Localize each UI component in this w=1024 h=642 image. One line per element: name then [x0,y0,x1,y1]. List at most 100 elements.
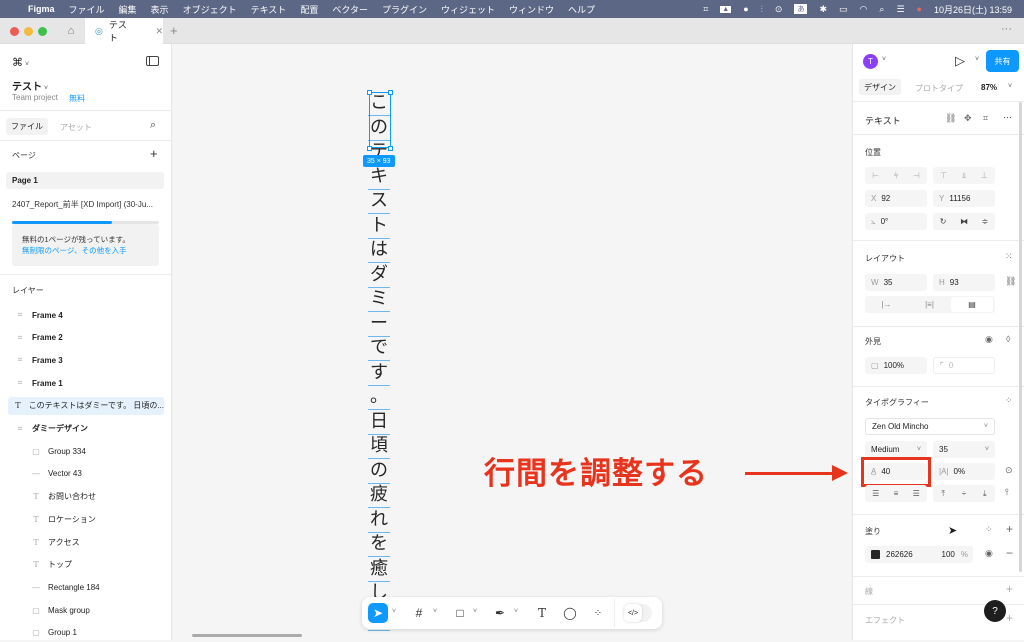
comment-tool[interactable]: ◯ [560,603,580,623]
text-align-center-icon[interactable]: ≡ [894,489,899,498]
wifi-icon[interactable]: ◠ [860,4,868,15]
text-align-left-icon[interactable]: ☰ [872,489,879,498]
tab-assets[interactable]: アセット [60,122,92,133]
constrain-proportions-icon[interactable]: ⛓ [1005,276,1016,287]
tab-test[interactable]: ◎ テスト ✕ [85,18,163,44]
frame-selection-icon[interactable]: ⌗ [983,113,988,124]
layer-item[interactable]: — Rectangle 184 [0,578,172,596]
link-icon[interactable]: ⛓ [945,113,956,124]
layer-item[interactable]: ▢ Group 334 [0,442,172,460]
line-app-icon[interactable]: ● [743,4,748,14]
corner-radius-input[interactable]: ⌜ 0 [933,357,995,374]
tab-design[interactable]: デザイン [859,79,901,95]
auto-width-icon[interactable]: |→ [865,300,908,309]
clock[interactable]: 10月26日(土) 13:59 [934,3,1012,16]
more-options-icon[interactable]: ··· [1001,23,1012,35]
fill-styles-icon[interactable]: ⁘ [985,524,993,535]
align-center-h-icon[interactable]: ⫩ [894,171,899,181]
font-family-select[interactable]: Zen Old Mincho ˅ [865,418,995,435]
text-styles-icon[interactable]: ⁘ [1005,395,1013,406]
chevron-down-icon[interactable]: ˅ [473,608,477,615]
type-details-icon[interactable]: ⫯ [1005,487,1009,498]
x-input[interactable]: X 92 [865,190,927,207]
minimize-window-button[interactable] [24,27,33,36]
auto-height-icon[interactable]: |≡| [908,300,951,309]
fill-color-input[interactable]: 262626 100 % [865,546,973,563]
menu-window[interactable]: ウィンドウ [509,3,554,16]
help-button[interactable]: ? [984,600,1006,622]
zoom-window-button[interactable] [38,27,47,36]
font-weight-select[interactable]: Medium ˅ [865,441,927,458]
home-tab[interactable]: ⌂ [58,18,84,44]
layer-item[interactable]: T トップ [0,556,172,574]
tab-files[interactable]: ファイル [6,118,48,135]
menu-app-figma[interactable]: Figma [28,4,55,14]
visibility-eye-icon[interactable]: ◉ [985,334,993,345]
upgrade-link[interactable]: 無制限のページ、その他を入手 [22,245,127,256]
component-icon[interactable]: ✥ [964,113,972,124]
fill-visibility-eye-icon[interactable]: ◉ [985,548,993,559]
pen-tool[interactable]: ✒ [490,603,510,623]
menu-help[interactable]: ヘルプ [568,3,595,16]
resize-handle[interactable] [388,90,393,95]
menu-object[interactable]: オブジェクト [183,3,237,16]
rotate-icon[interactable]: ↻ [940,217,947,226]
menu-plugins[interactable]: プラグイン [382,3,427,16]
project-name[interactable]: Team project [12,93,58,102]
selection-box[interactable] [369,92,391,148]
chevron-down-icon[interactable]: ˅ [514,608,518,615]
chevron-down-icon[interactable]: ˅ [433,608,437,615]
move-tool[interactable]: ➤ [368,603,388,623]
canvas[interactable]: このテキストはダミーです。日頃の疲れを癒し旅 35 × 93 行間を調整する ➤… [172,44,852,640]
share-button[interactable]: 共有 [986,50,1019,72]
blend-mode-icon[interactable]: ◊ [1006,334,1010,344]
frame-tool[interactable]: # [409,603,429,623]
bluetooth-icon[interactable]: ✱ [819,4,827,15]
plan-badge[interactable]: 無料 [69,93,85,104]
text-align-middle-icon[interactable]: ÷ [962,489,966,498]
chevron-down-icon[interactable]: ˅ [392,608,396,615]
layer-item[interactable]: ▢ Group 1 [0,624,172,642]
drive-icon[interactable]: ▲ [720,5,732,13]
remove-fill-icon[interactable]: − [1006,546,1013,560]
horizontal-scrollbar[interactable] [192,634,302,637]
layer-item[interactable]: ⌗ ダミーデザイン [0,420,172,438]
opacity-input[interactable]: ▢ 100% [865,357,927,374]
control-center-icon[interactable]: ☰ [896,4,904,15]
align-middle-icon[interactable]: ⫫ [962,171,967,181]
figma-main-menu[interactable]: ⌘ ˅ [12,56,29,69]
spotlight-icon[interactable]: ⌕ [879,4,884,15]
file-name[interactable]: テスト ˅ [12,78,48,93]
rotation-input[interactable]: ⦣ 0° [865,213,927,230]
dev-mode-toggle[interactable]: </> [624,604,652,622]
add-stroke-icon[interactable]: + [1006,582,1013,596]
align-right-icon[interactable]: ⊣ [913,171,920,180]
text-align-right-icon[interactable]: ☰ [913,489,920,498]
menu-file[interactable]: ファイル [69,3,105,16]
user-avatar[interactable]: T [863,54,878,69]
chevron-down-icon[interactable]: ˅ [1008,83,1012,90]
more-icon[interactable]: ··· [1003,112,1012,122]
layer-item[interactable]: T ロケーション [0,510,172,528]
present-play-icon[interactable]: ▷ [955,53,965,69]
toggle-sidebar-icon[interactable] [146,56,159,66]
close-window-button[interactable] [10,27,19,36]
panel-scrollbar[interactable] [1019,102,1022,572]
menu-text[interactable]: テキスト [251,3,287,16]
resize-handle[interactable] [388,146,393,151]
align-left-icon[interactable]: ⊢ [872,171,879,180]
layer-item[interactable]: T お問い合わせ [0,488,172,506]
page-item[interactable]: Page 1 [6,172,164,189]
flip-vertical-icon[interactable]: ≑ [982,217,989,226]
chevron-down-icon[interactable]: ˅ [882,56,886,63]
ime-indicator[interactable]: あ [794,4,808,14]
play-circle-icon[interactable]: ⊙ [775,4,783,15]
fixed-size-icon[interactable]: ▤ [951,297,993,312]
letter-spacing-input[interactable]: |A| 0% [933,463,995,480]
search-icon[interactable]: ⌕ [150,119,156,132]
add-effect-icon[interactable]: + [1006,611,1013,625]
layer-item[interactable]: ▢ Mask group [0,601,172,619]
layer-item[interactable]: ⌗ Frame 4 [0,306,172,324]
fill-color-swatch[interactable] [871,550,880,559]
actions-tool[interactable]: ⁘ [588,603,608,623]
